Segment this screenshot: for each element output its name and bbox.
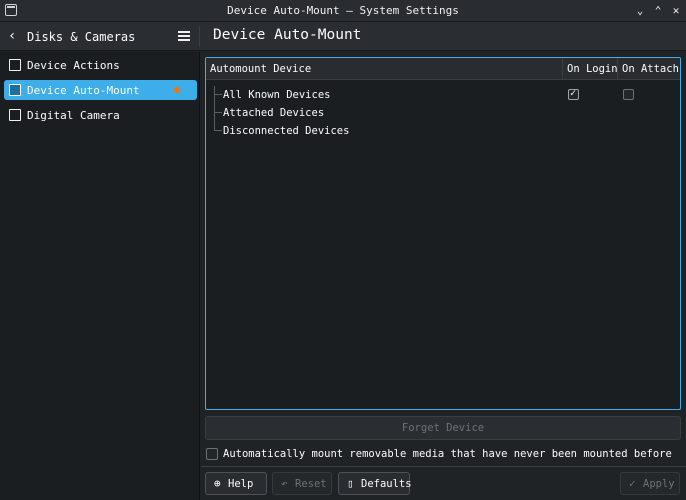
on-attach-checkbox[interactable] xyxy=(623,89,634,100)
category-title: Disks & Cameras xyxy=(27,30,136,44)
document-icon: ▯ xyxy=(347,477,354,490)
apply-button[interactable]: ✓ Apply xyxy=(620,472,680,495)
column-separator xyxy=(562,58,563,80)
table-header: Automount Device On Login On Attach xyxy=(206,58,680,80)
close-button[interactable]: ✕ xyxy=(667,2,685,20)
defaults-button[interactable]: ▯ Defaults xyxy=(338,472,412,495)
undo-icon: ↶ xyxy=(281,477,288,490)
chevron-up-icon: ⌃ xyxy=(654,4,662,17)
page-title: Device Auto-Mount xyxy=(213,27,362,43)
column-header-on-login[interactable]: On Login xyxy=(567,63,618,75)
reset-button[interactable]: ↶ Reset xyxy=(272,472,332,495)
row-label: Disconnected Devices xyxy=(223,125,350,137)
modified-indicator xyxy=(174,87,180,93)
checkmark-icon: ✓ xyxy=(629,477,636,490)
back-button[interactable]: ‹ xyxy=(8,28,22,44)
title-bar: Device Auto-Mount — System Settings ⌄ ⌃ … xyxy=(0,0,686,22)
column-header-device[interactable]: Automount Device xyxy=(210,63,311,75)
reset-label: Reset xyxy=(295,478,327,490)
apply-label: Apply xyxy=(643,478,675,490)
sidebar-item-label: Device Actions xyxy=(27,59,120,72)
auto-mount-option[interactable]: Automatically mount removable media that… xyxy=(206,447,681,463)
on-login-checkbox[interactable] xyxy=(568,88,579,100)
column-header-on-attach[interactable]: On Attach xyxy=(622,63,679,75)
header-bar: ‹ Disks & Cameras Device Auto-Mount xyxy=(0,22,686,51)
tree-row-attached[interactable]: Attached Devices xyxy=(206,104,680,122)
help-icon: ⊕ xyxy=(214,477,221,490)
tree-branch xyxy=(214,122,222,131)
sidebar-item-device-actions[interactable]: Device Actions xyxy=(4,55,197,75)
tree-branch xyxy=(214,104,222,122)
tree-branch xyxy=(214,86,222,104)
chevron-left-icon: ‹ xyxy=(8,28,17,44)
close-icon: ✕ xyxy=(672,4,680,17)
row-label: Attached Devices xyxy=(223,107,325,119)
sidebar-item-label: Digital Camera xyxy=(27,109,120,122)
hamburger-menu-icon[interactable] xyxy=(178,31,190,41)
help-button[interactable]: ⊕ Help xyxy=(205,472,267,495)
column-separator xyxy=(617,58,618,80)
minimize-button[interactable]: ⌄ xyxy=(631,2,649,20)
defaults-label: Defaults xyxy=(361,478,412,490)
maximize-button[interactable]: ⌃ xyxy=(649,2,667,20)
sidebar-item-device-auto-mount[interactable]: Device Auto-Mount xyxy=(4,80,197,100)
auto-mount-label: Automatically mount removable media that… xyxy=(223,448,672,460)
header-divider xyxy=(199,26,200,47)
device-tree[interactable]: Automount Device On Login On Attach All … xyxy=(205,57,681,410)
chevron-down-icon: ⌄ xyxy=(636,4,644,17)
footer-bar: ⊕ Help ↶ Reset ▯ Defaults ✓ Apply xyxy=(201,466,686,500)
window-title: Device Auto-Mount — System Settings xyxy=(227,4,459,17)
usb-device-icon xyxy=(9,84,21,96)
camera-icon xyxy=(9,109,21,121)
device-actions-icon xyxy=(9,59,21,71)
sidebar-item-digital-camera[interactable]: Digital Camera xyxy=(4,105,197,125)
main-content: Automount Device On Login On Attach All … xyxy=(201,52,686,500)
auto-mount-checkbox[interactable] xyxy=(206,448,218,460)
tree-row-all-known[interactable]: All Known Devices xyxy=(206,86,680,104)
sidebar: Device Actions Device Auto-Mount Digital… xyxy=(0,52,200,500)
forget-device-button[interactable]: Forget Device xyxy=(205,416,681,440)
row-label: All Known Devices xyxy=(223,89,331,101)
help-label: Help xyxy=(228,478,254,490)
tree-row-disconnected[interactable]: Disconnected Devices xyxy=(206,122,680,140)
sidebar-item-label: Device Auto-Mount xyxy=(27,84,140,97)
